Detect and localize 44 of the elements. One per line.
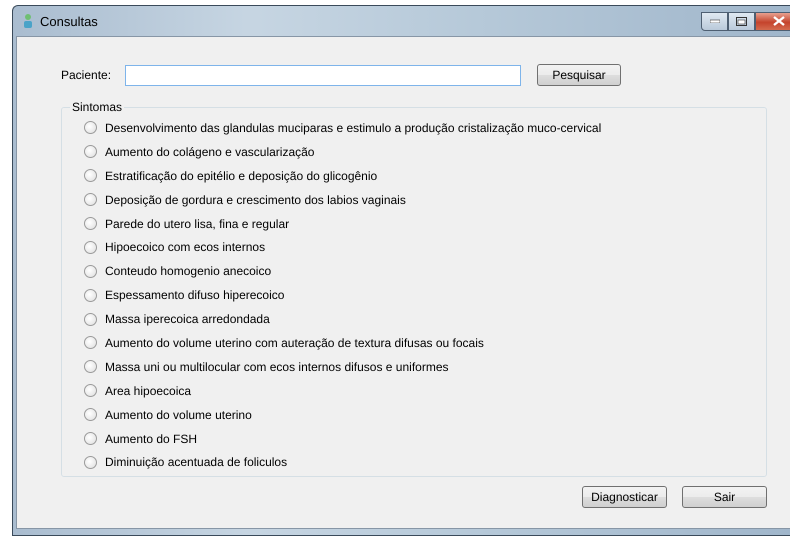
radio-label: Espessamento difuso hiperecoico [105, 288, 284, 302]
patient-field[interactable] [125, 64, 521, 86]
radio-button[interactable] [84, 456, 97, 469]
radio-label: Diminuição acentuada de foliculos [105, 455, 288, 470]
radio-button[interactable] [84, 169, 97, 182]
close-icon [772, 16, 784, 26]
minimize-icon [710, 19, 720, 23]
radio-button[interactable] [84, 264, 97, 278]
radio-button[interactable] [84, 121, 97, 134]
radio-label: Desenvolvimento das glandulas muciparas e estimulo a produção cristalização muco-cervical [105, 120, 602, 135]
radio-button[interactable] [84, 288, 97, 302]
radio-label: Massa uni ou multilocular com ecos internos difusos e uniformes [105, 360, 448, 374]
radio-label: Conteudo homogenio anecoico [105, 264, 272, 278]
radio-label: Aumento do volume uterino com auteração de textura difusas ou focais [105, 336, 484, 350]
radio-button[interactable] [84, 312, 97, 326]
radio-button[interactable] [84, 384, 97, 398]
maximize-icon [736, 16, 747, 26]
radio-label: Aumento do FSH [105, 432, 198, 446]
radio-button[interactable] [84, 336, 97, 350]
radio-label: Hipoecoico com ecos internos [105, 240, 266, 254]
patient-label: Paciente: [61, 68, 112, 82]
radio-label: Parede do utero lisa, fina e regular [105, 216, 290, 230]
radio-button[interactable] [84, 217, 97, 230]
radio-label: Estratificação do epitélio e deposição do glicogênio [105, 168, 378, 183]
group-title: Sintomas [71, 100, 124, 114]
window-title: Consultas [40, 14, 98, 28]
radio-label: Deposição de gordura e crescimento dos labios vaginais [105, 192, 406, 207]
radio-label: Aumento do volume uterino [105, 408, 252, 422]
app-icon [22, 13, 34, 29]
radio-button[interactable] [84, 145, 97, 158]
radio-button[interactable] [84, 360, 97, 374]
radio-button[interactable] [84, 432, 97, 446]
radio-button[interactable] [84, 240, 97, 254]
diagnose-button[interactable]: Diagnosticar [582, 486, 667, 508]
radio-label: Area hipoecoica [105, 384, 192, 398]
radio-button[interactable] [84, 193, 97, 206]
radio-label: Aumento do colágeno e vascularização [105, 144, 314, 159]
maximize-button[interactable] [728, 12, 755, 30]
exit-button[interactable]: Sair [682, 486, 767, 508]
radio-label: Massa iperecoica arredondada [105, 312, 270, 326]
radio-button[interactable] [84, 408, 97, 422]
close-button[interactable] [755, 12, 790, 30]
search-button[interactable]: Pesquisar [537, 64, 621, 86]
minimize-button[interactable] [701, 12, 728, 30]
